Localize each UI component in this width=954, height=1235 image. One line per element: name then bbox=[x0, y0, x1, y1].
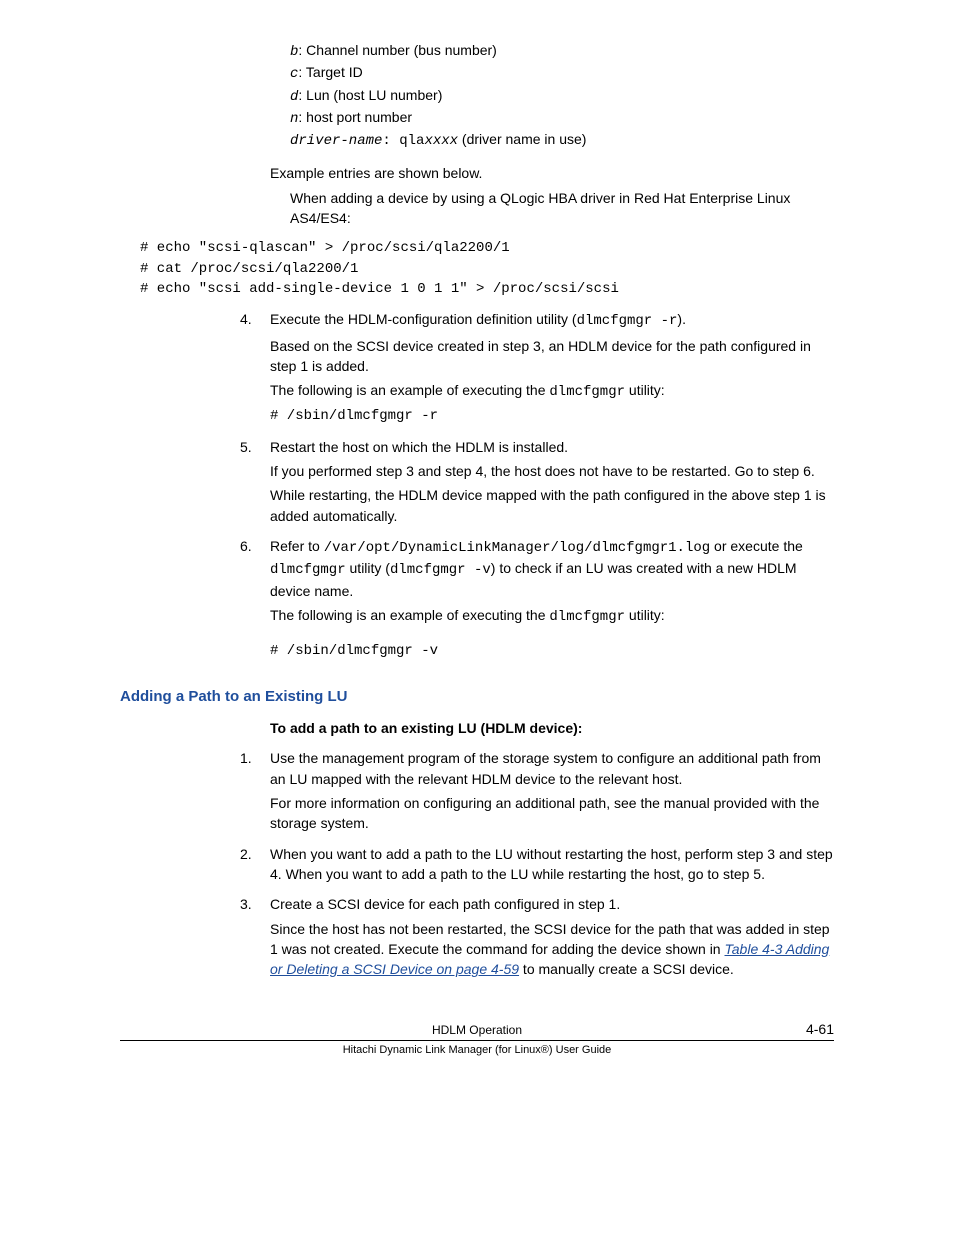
sub-step-3-num: 3. bbox=[240, 894, 270, 979]
var-driver: driver-name: qlaxxxx (driver name in use… bbox=[290, 129, 834, 151]
step-4-line2: Based on the SCSI device created in step… bbox=[270, 336, 834, 377]
step-4-code: # /sbin/dlmcfgmgr -r bbox=[270, 406, 834, 426]
footer-subtitle: Hitachi Dynamic Link Manager (for Linux®… bbox=[120, 1043, 834, 1059]
page-number: 4-61 bbox=[774, 1019, 834, 1039]
step-6-line2: The following is an example of executing… bbox=[270, 605, 834, 627]
var-c: c: Target ID bbox=[290, 62, 834, 84]
var-b: b: Channel number (bus number) bbox=[290, 40, 834, 62]
sub-step-3-line2: Since the host has not been restarted, t… bbox=[270, 919, 834, 980]
sub-step-3-line1: Create a SCSI device for each path confi… bbox=[270, 894, 834, 914]
sub-step-1: 1. Use the management program of the sto… bbox=[240, 748, 834, 833]
example-code: # echo "scsi-qlascan" > /proc/scsi/qla22… bbox=[140, 238, 834, 299]
step-6: 6. Refer to /var/opt/DynamicLinkManager/… bbox=[240, 536, 834, 661]
step-5-line3: While restarting, the HDLM device mapped… bbox=[270, 485, 834, 526]
sub-step-2-num: 2. bbox=[240, 844, 270, 885]
step-6-code: # /sbin/dlmcfgmgr -v bbox=[270, 641, 834, 661]
step-6-line1: Refer to /var/opt/DynamicLinkManager/log… bbox=[270, 536, 834, 601]
step-5-num: 5. bbox=[240, 437, 270, 526]
sub-step-2: 2. When you want to add a path to the LU… bbox=[240, 844, 834, 885]
page-footer: HDLM Operation 4-61 Hitachi Dynamic Link… bbox=[120, 1019, 834, 1058]
section-heading: Adding a Path to an Existing LU bbox=[120, 686, 834, 708]
footer-title: HDLM Operation bbox=[180, 1022, 774, 1039]
step-4-line1: Execute the HDLM-configuration definitio… bbox=[270, 309, 834, 331]
step-4-line3: The following is an example of executing… bbox=[270, 380, 834, 402]
step-5-line1: Restart the host on which the HDLM is in… bbox=[270, 437, 834, 457]
example-desc: When adding a device by using a QLogic H… bbox=[290, 188, 834, 229]
example-intro: Example entries are shown below. bbox=[270, 163, 834, 183]
step-5-line2: If you performed step 3 and step 4, the … bbox=[270, 461, 834, 481]
step-4-num: 4. bbox=[240, 309, 270, 426]
step-4: 4. Execute the HDLM-configuration defini… bbox=[240, 309, 834, 426]
step-6-num: 6. bbox=[240, 536, 270, 661]
step-5: 5. Restart the host on which the HDLM is… bbox=[240, 437, 834, 526]
sub-step-1-num: 1. bbox=[240, 748, 270, 833]
sub-step-3: 3. Create a SCSI device for each path co… bbox=[240, 894, 834, 979]
var-d: d: Lun (host LU number) bbox=[290, 85, 834, 107]
sub-step-2-line1: When you want to add a path to the LU wi… bbox=[270, 844, 834, 885]
var-n: n: host port number bbox=[290, 107, 834, 129]
sub-step-1-line1: Use the management program of the storag… bbox=[270, 748, 834, 789]
sub-step-1-line2: For more information on configuring an a… bbox=[270, 793, 834, 834]
sub-heading: To add a path to an existing LU (HDLM de… bbox=[270, 718, 834, 738]
